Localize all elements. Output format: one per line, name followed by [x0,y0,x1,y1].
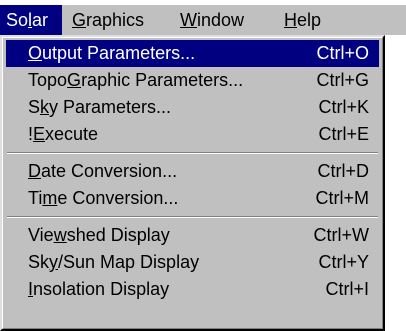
menu-item-output-parameters[interactable]: Output Parameters... Ctrl+O [6,40,379,67]
menu-item-label: Viewshed Display [28,225,170,245]
menu-help-mnemonic: H [284,10,297,30]
menu-item-label: Output Parameters... [28,43,196,63]
menu-item-sky-sun-map-display[interactable]: Sky/Sun Map Display Ctrl+Y [6,249,379,276]
menu-separator [7,216,378,218]
menu-item-label: Time Conversion... [28,188,179,208]
menu-solar-label-pre: So [6,10,29,30]
menu-item-shortcut: Ctrl+E [318,124,369,144]
menu-help-label-post: elp [297,10,322,30]
menu-item-shortcut: Ctrl+W [313,225,370,245]
menu-solar-label-post: ar [32,10,49,30]
menu-window-mnemonic: W [180,10,197,30]
solar-dropdown-menu: Output Parameters... Ctrl+O TopoGraphic … [0,35,385,331]
menu-item-viewshed-display[interactable]: Viewshed Display Ctrl+W [6,222,379,249]
menu-help[interactable]: Help [278,5,340,35]
menu-window[interactable]: Window [174,5,274,35]
menu-item-shortcut: Ctrl+K [318,97,369,117]
menu-item-shortcut: Ctrl+G [316,70,369,90]
menu-graphics[interactable]: Graphics [66,5,171,35]
menu-item-insolation-display[interactable]: Insolation Display Ctrl+I [6,276,379,303]
menu-item-date-conversion[interactable]: Date Conversion... Ctrl+D [6,158,379,185]
application-window: Solar Graphics Window Help Output Parame… [0,0,406,331]
menu-item-shortcut: Ctrl+Y [318,252,369,272]
menu-separator [7,152,378,154]
menu-graphics-mnemonic: G [72,10,87,30]
menu-item-label: Insolation Display [28,279,170,299]
menu-item-label: !Execute [28,124,99,144]
menu-item-shortcut: Ctrl+I [325,279,369,299]
menu-item-topographic-parameters[interactable]: TopoGraphic Parameters... Ctrl+G [6,67,379,94]
menu-window-label-post: indow [197,10,245,30]
menu-item-label: Date Conversion... [28,161,178,181]
menu-item-time-conversion[interactable]: Time Conversion... Ctrl+M [6,185,379,212]
menu-item-sky-parameters[interactable]: Sky Parameters... Ctrl+K [6,94,379,121]
menu-item-execute[interactable]: !Execute Ctrl+E [6,121,379,148]
menu-bar: Solar Graphics Window Help [0,5,406,35]
menu-graphics-label-post: raphics [86,10,145,30]
menu-item-label: Sky Parameters... [28,97,172,117]
menu-item-shortcut: Ctrl+O [316,43,369,63]
menu-item-shortcut: Ctrl+D [317,161,369,181]
menu-item-label: Sky/Sun Map Display [28,252,200,272]
menu-item-shortcut: Ctrl+M [315,188,370,208]
menu-item-label: TopoGraphic Parameters... [28,70,244,90]
menu-solar[interactable]: Solar [0,5,62,35]
dropdown-bevel: Output Parameters... Ctrl+O TopoGraphic … [2,37,383,329]
